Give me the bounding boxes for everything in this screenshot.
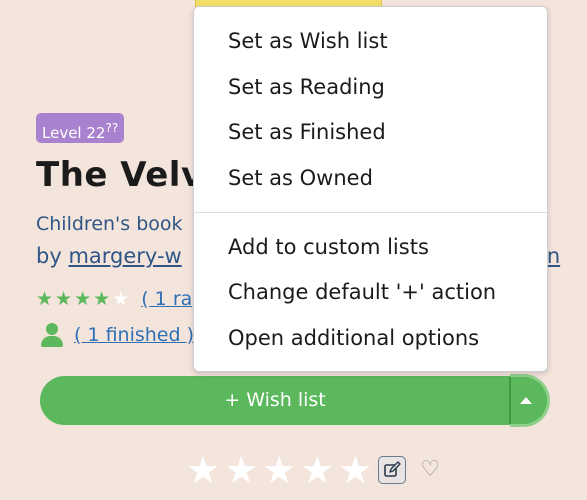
edit-icon (384, 461, 402, 477)
menu-divider (194, 212, 547, 213)
star-icon: ★ (55, 288, 73, 310)
wish-list-button[interactable]: + Wish list (40, 376, 510, 425)
menu-item-additional-options[interactable]: Open additional options (228, 325, 479, 351)
star-icon: ★ (112, 288, 130, 310)
finished-row: ( 1 finished ) (40, 320, 194, 350)
book-subtitle: Children's book (36, 213, 183, 235)
rate-star-icon[interactable]: ★ (262, 451, 296, 489)
user-icon (40, 322, 64, 348)
rate-star-icon[interactable]: ★ (338, 451, 372, 489)
by-prefix: by (36, 244, 69, 268)
rate-star-icon[interactable]: ★ (300, 451, 334, 489)
average-rating: ★ ★ ★ ★ ★ ( 1 ra (36, 287, 192, 311)
rate-star-icon[interactable]: ★ (186, 451, 220, 489)
shelf-dropdown-menu: Set as Wish list Set as Reading Set as F… (193, 6, 548, 372)
level-label: Level 22 (42, 124, 106, 142)
menu-item-set-reading[interactable]: Set as Reading (228, 74, 385, 100)
star-icon: ★ (74, 288, 92, 310)
menu-item-change-default-action[interactable]: Change default '+' action (228, 279, 496, 305)
author-link[interactable]: margery-w (68, 244, 181, 268)
star-icon: ★ (36, 288, 54, 310)
menu-item-custom-lists[interactable]: Add to custom lists (228, 234, 429, 260)
edit-review-button[interactable] (378, 456, 407, 484)
user-rating: ★ ★ ★ ★ ★ ♡ (186, 449, 440, 491)
rate-star-icon[interactable]: ★ (224, 451, 258, 489)
star-icon: ★ (93, 288, 111, 310)
menu-item-set-finished[interactable]: Set as Finished (228, 119, 386, 145)
ratings-count-link[interactable]: ( 1 ra (141, 288, 192, 310)
caret-up-icon (520, 397, 532, 404)
finished-count-link[interactable]: ( 1 finished ) (74, 324, 194, 346)
menu-item-set-owned[interactable]: Set as Owned (228, 165, 373, 191)
level-suffix: ?? (105, 121, 119, 135)
level-badge: Level 22?? (36, 113, 125, 143)
menu-item-set-wish-list[interactable]: Set as Wish list (228, 28, 388, 54)
heart-icon[interactable]: ♡ (420, 459, 440, 481)
author-line: by margery-w (36, 244, 182, 268)
shelf-menu-toggle[interactable] (509, 374, 550, 427)
